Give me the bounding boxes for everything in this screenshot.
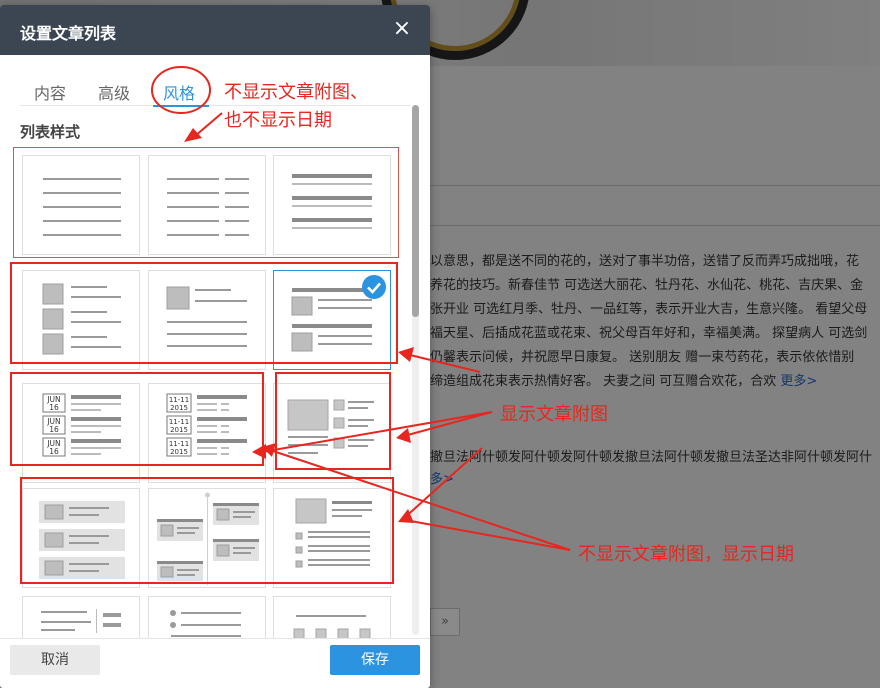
list-style-grid: JUN 16 JUN 16 JUN 16 11-11 2015 11-11 2015 11… xyxy=(0,5,430,638)
list-style-option[interactable] xyxy=(273,488,391,588)
style-preview-date-badges: JUN16 JUN16 JUN16 xyxy=(42,393,121,457)
list-style-option[interactable] xyxy=(273,383,391,483)
style-preview-bullet-list xyxy=(170,610,241,637)
list-style-option[interactable] xyxy=(22,596,140,638)
list-style-option[interactable] xyxy=(148,270,266,370)
list-style-option[interactable] xyxy=(273,155,391,255)
date-badge-day: 16 xyxy=(49,447,59,456)
cancel-button[interactable]: 取消 xyxy=(10,645,100,675)
list-style-option[interactable]: 11-11 2015 11-11 2015 11-11 2015 xyxy=(148,383,266,483)
date-badge-range: 11-11 xyxy=(169,440,189,448)
list-style-option[interactable]: JUN 16 JUN 16 JUN 16 xyxy=(22,383,140,483)
date-badge-range: 11-11 xyxy=(169,418,189,426)
style-preview-image-with-list xyxy=(295,498,372,568)
list-style-option[interactable] xyxy=(148,155,266,255)
selected-check-icon xyxy=(362,275,386,299)
date-badge-year: 2015 xyxy=(170,448,188,456)
list-style-option[interactable] xyxy=(148,596,266,638)
save-button[interactable]: 保存 xyxy=(330,645,420,675)
dialog-scrollbar-thumb[interactable] xyxy=(412,105,419,317)
style-preview-lines-with-dates xyxy=(167,178,249,236)
dialog-footer-divider xyxy=(0,638,430,639)
style-preview-two-column-lines xyxy=(41,609,121,633)
style-preview-date-range-badges: 11-112015 11-112015 11-112015 xyxy=(166,393,247,457)
list-style-option[interactable] xyxy=(22,488,140,588)
date-badge-year: 2015 xyxy=(170,404,188,412)
list-style-option[interactable] xyxy=(148,488,266,588)
date-badge-range: 11-11 xyxy=(169,396,189,404)
style-preview-featured-image xyxy=(166,286,247,347)
date-badge-day: 16 xyxy=(49,425,59,434)
style-preview-image-row xyxy=(293,615,371,638)
style-preview-image-cards xyxy=(39,501,125,579)
list-style-option[interactable] xyxy=(22,155,140,255)
list-style-option[interactable] xyxy=(22,270,140,370)
article-list-settings-dialog: 设置文章列表 × 内容 高级 风格 列表样式 JUN 16 JUN 16 JUN… xyxy=(0,5,430,688)
style-preview-image-list xyxy=(42,283,121,355)
date-badge-day: 16 xyxy=(49,403,59,412)
style-preview-large-image-sidebar xyxy=(287,399,374,454)
style-preview-title-summary xyxy=(292,174,372,229)
style-preview-timeline xyxy=(157,492,259,585)
style-preview-plain-lines xyxy=(43,178,121,236)
list-style-option-selected[interactable] xyxy=(273,270,391,370)
list-style-option[interactable] xyxy=(273,596,391,638)
date-badge-year: 2015 xyxy=(170,426,188,434)
